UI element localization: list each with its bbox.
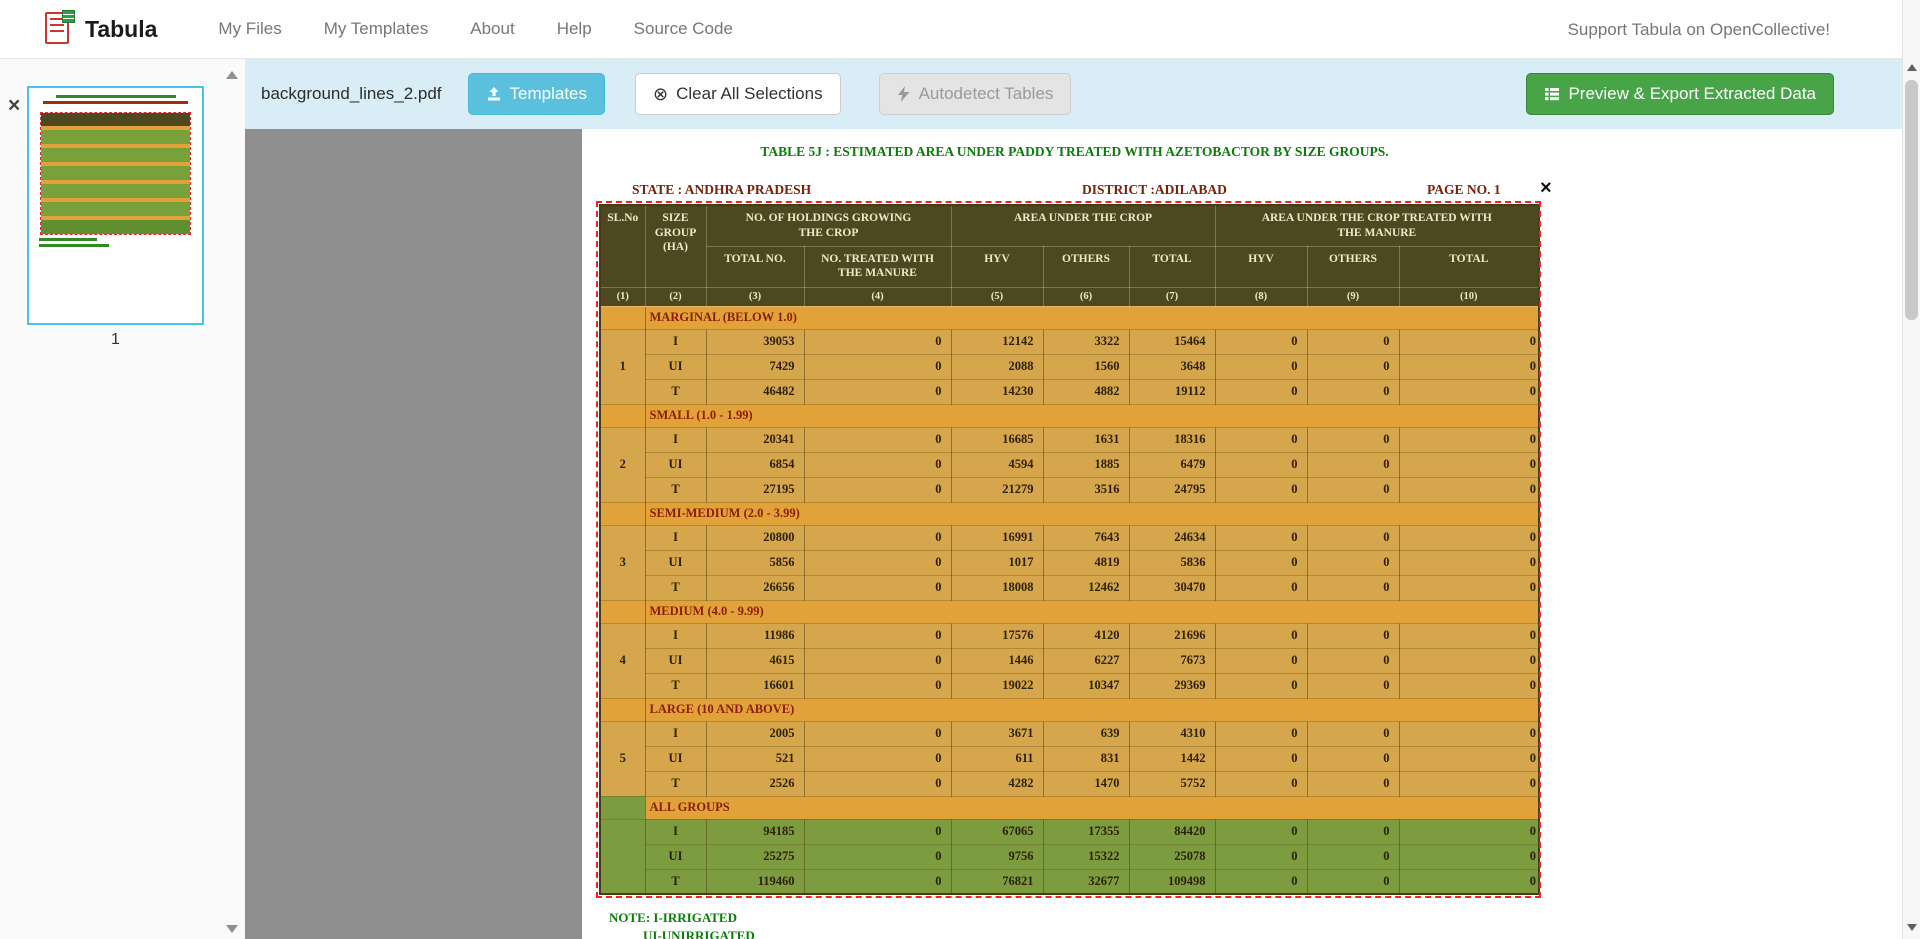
pdf-page[interactable]: TABLE 5J : ESTIMATED AREA UNDER PADDY TR… [582,129,1567,939]
templates-button[interactable]: Templates [468,73,605,115]
scroll-up-button[interactable] [1907,64,1917,71]
remove-page-button[interactable]: × [8,95,20,116]
export-button[interactable]: Preview & Export Extracted Data [1526,73,1834,115]
toolbar: background_lines_2.pdf Templates ⊗ Clear… [245,59,1902,129]
export-button-label: Preview & Export Extracted Data [1568,84,1816,104]
document-title: TABLE 5J : ESTIMATED AREA UNDER PADDY TR… [582,144,1567,160]
clear-circle-x-icon: ⊗ [653,85,668,103]
thumb-note-line [39,244,109,247]
nav-item-help[interactable]: Help [536,19,613,39]
tabula-logo-icon[interactable] [45,10,75,48]
thumbnail-sidebar: × 1 [0,59,245,939]
thumb-subtitle-line [43,101,188,104]
nav-item-my-files[interactable]: My Files [197,19,302,39]
upload-icon [486,86,502,102]
lightning-icon [897,86,911,102]
autodetect-tables-button[interactable]: Autodetect Tables [879,73,1072,115]
document-state: STATE : ANDHRA PRADESH [632,182,811,198]
templates-button-label: Templates [510,84,587,104]
autodetect-button-label: Autodetect Tables [919,84,1054,104]
clear-selections-button[interactable]: ⊗ Clear All Selections [635,73,841,115]
thumbnail-page-number: 1 [0,331,231,349]
page-thumbnail[interactable] [27,86,204,325]
document-note-line2: UI-UNIRRIGATED [643,928,755,939]
sidebar-scroll-up-icon[interactable] [226,71,238,79]
file-name-label: background_lines_2.pdf [261,84,442,104]
document-page-no: PAGE NO. 1 [1427,182,1501,198]
scroll-thumb[interactable] [1905,80,1918,320]
top-navbar: Tabula My Files My Templates About Help … [0,0,1920,59]
thumbnail-table [40,112,191,235]
table-area: SL.NoSIZE GROUP (HA)NO. OF HOLDINGS GROW… [599,204,1538,895]
scroll-down-button[interactable] [1907,924,1917,931]
thumb-table-header [41,113,190,126]
document-district: DISTRICT :ADILABAD [1082,182,1227,198]
table-list-icon [1544,86,1560,102]
remove-selection-button[interactable]: × [1540,177,1552,200]
nav-item-my-templates[interactable]: My Templates [303,19,450,39]
pdf-viewer[interactable]: TABLE 5J : ESTIMATED AREA UNDER PADDY TR… [245,129,1567,939]
brand-title[interactable]: Tabula [85,16,157,43]
nav-item-source-code[interactable]: Source Code [613,19,754,39]
sidebar-scroll-down-icon[interactable] [226,925,238,933]
nav-item-about[interactable]: About [449,19,535,39]
vertical-scrollbar[interactable] [1902,0,1920,939]
support-link[interactable]: Support Tabula on OpenCollective! [1568,0,1830,59]
thumb-note-line [39,238,97,241]
table-selection-overlay[interactable] [596,201,1541,898]
document-note-line1: NOTE: I-IRRIGATED [609,910,737,926]
clear-button-label: Clear All Selections [676,84,822,104]
thumb-title-line [56,95,176,98]
table-cube-icon [62,10,75,23]
